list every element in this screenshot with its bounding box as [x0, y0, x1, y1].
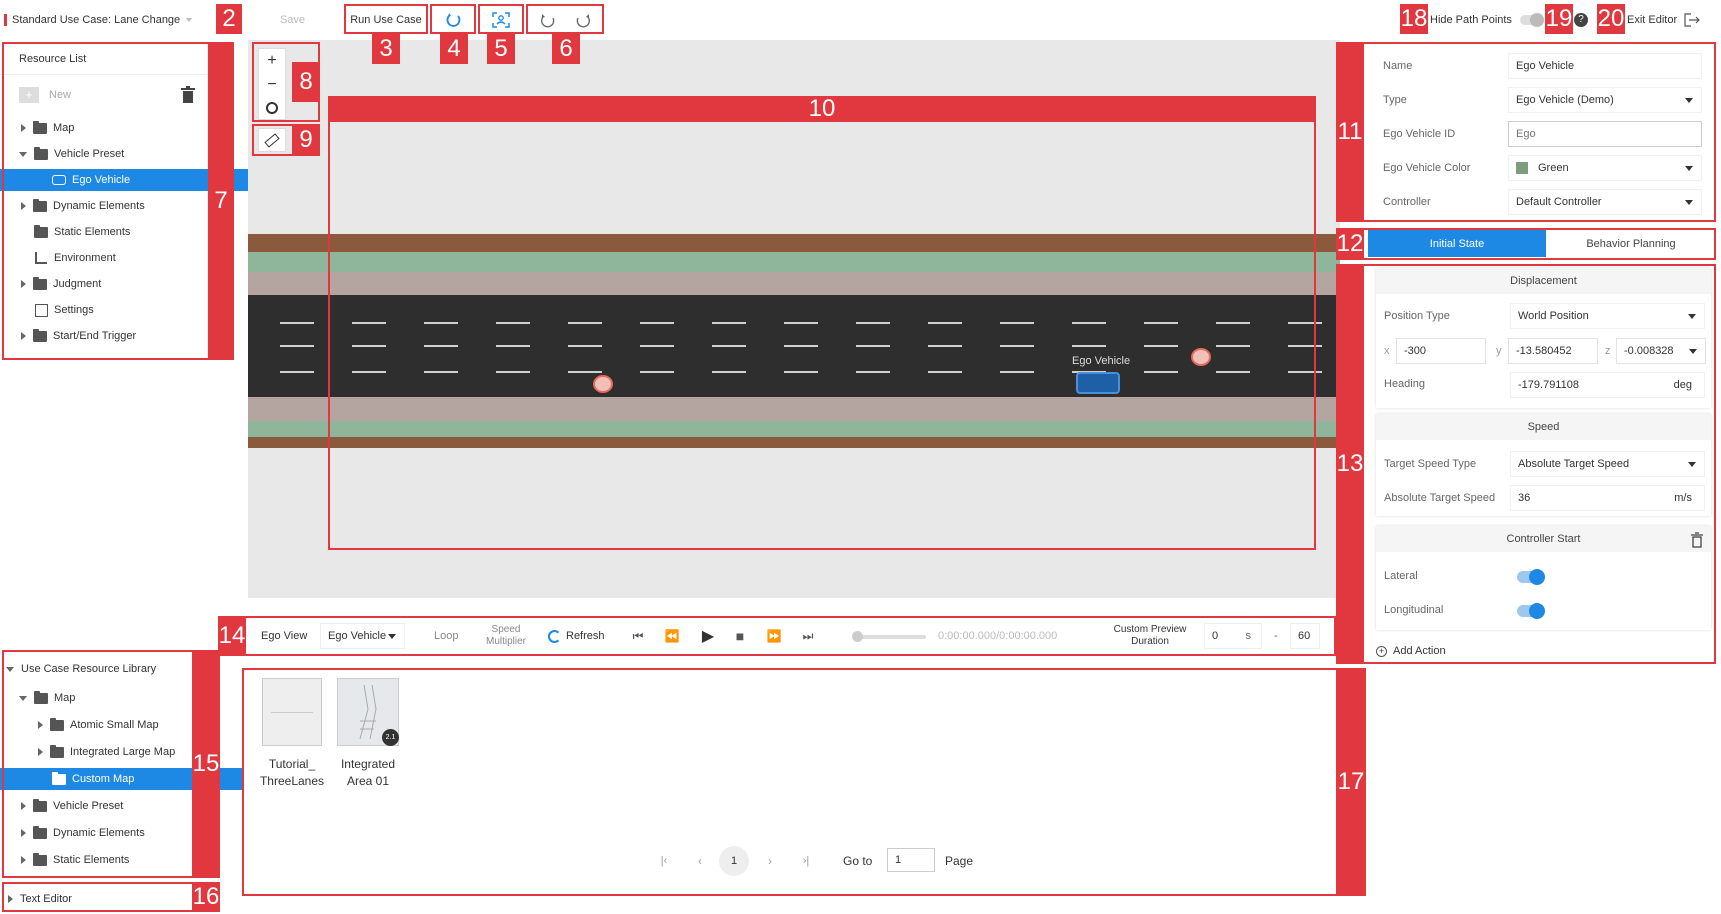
exit-icon [1684, 13, 1700, 27]
hide-path-points-control[interactable]: Hide Path Points [1430, 8, 1550, 32]
annotation-box [218, 616, 1336, 656]
annotation-number: 19 [1545, 4, 1573, 34]
annotation-box [2, 42, 210, 360]
annotation-number: 6 [552, 34, 580, 64]
annotation-number: 18 [1400, 4, 1428, 34]
annotation-number: 13 [1336, 264, 1364, 664]
annotation-box [526, 4, 604, 34]
annotation-box [1336, 42, 1716, 222]
save-button[interactable]: Save [245, 7, 340, 33]
annotation-number: 14 [218, 616, 246, 656]
annotation-box [478, 4, 524, 34]
annotation-number: 15 [192, 650, 220, 878]
exit-editor-label: Exit Editor [1627, 14, 1678, 26]
annotation-box [2, 650, 220, 878]
annotation-number: 7 [208, 42, 234, 360]
hide-path-points-label: Hide Path Points [1430, 14, 1512, 26]
annotation-box [430, 4, 476, 34]
annotation-box [328, 96, 1316, 550]
hide-path-points-toggle[interactable] [1519, 13, 1544, 27]
lane-dash [280, 345, 314, 347]
use-case-selector[interactable]: Standard Use Case: Lane Change [4, 8, 204, 32]
annotation-box [344, 4, 428, 34]
annotation-number: 17 [1336, 668, 1366, 896]
annotation-number: 20 [1597, 4, 1625, 34]
annotation-box [1336, 228, 1716, 260]
annotation-box [1336, 264, 1716, 664]
annotation-number: 2 [216, 4, 242, 34]
annotation-number: 4 [440, 34, 468, 64]
annotation-number: 8 [292, 62, 320, 102]
use-case-title: Standard Use Case: Lane Change [12, 14, 181, 26]
annotation-number: 5 [487, 34, 515, 64]
help-icon[interactable]: ? [1574, 13, 1588, 27]
annotation-box [2, 882, 220, 912]
annotation-number: 3 [372, 34, 400, 64]
chevron-down-icon [186, 18, 193, 22]
save-label: Save [279, 14, 306, 26]
status-indicator [4, 14, 7, 26]
annotation-number: 9 [292, 126, 320, 154]
lane-dash [280, 371, 314, 373]
annotation-number: 11 [1336, 42, 1364, 222]
annotation-box [242, 668, 1366, 896]
lane-dash [280, 322, 314, 324]
annotation-number: 10 [328, 95, 1316, 122]
annotation-number: 12 [1336, 228, 1364, 260]
annotation-number: 16 [192, 882, 220, 912]
exit-editor-button[interactable]: Exit Editor [1627, 8, 1717, 32]
